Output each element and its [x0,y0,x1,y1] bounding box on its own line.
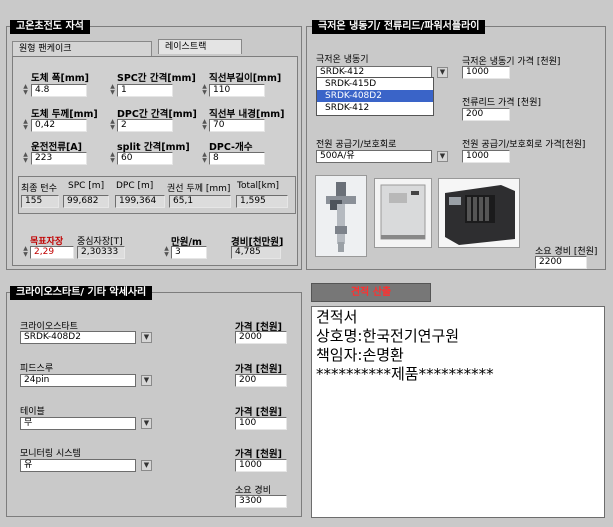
dpc-count-field[interactable]: 8 [209,152,265,165]
psu-label: 전원 공급기/보호회로 [316,140,397,150]
psu-select[interactable]: 500A/유 [316,150,432,163]
spc-gap-field[interactable]: 1 [117,84,173,97]
accessories-total-field: 3300 [235,495,287,508]
width-field[interactable]: 4.8 [31,84,87,97]
tab-circular-pancake[interactable]: 원형 팬케이크 [12,41,152,56]
monitoring-price-label: 가격 [천원] [235,449,282,460]
cryocooler-photo [315,175,367,257]
straight-length-field[interactable]: 110 [209,84,265,97]
monitoring-label: 모니터링 시스템 [20,449,81,459]
result-spc-label: SPC [m] [68,181,105,191]
cryocooler-total-field: 2200 [535,256,587,269]
thickness-field[interactable]: 0,42 [31,119,87,132]
psu-price-label: 전원 공급기/보호회로 가격[천원] [462,140,586,150]
result-dpc: 199,364 [115,195,165,208]
cooler-option[interactable]: SRDK-415D [317,78,433,90]
straight-length-spinner[interactable]: ▲ ▼ [201,84,208,97]
power-supply-photo [438,178,520,248]
cooler-option-selected[interactable]: SRDK-408D2 [317,90,433,102]
feedthrough-select[interactable]: 24pin [20,374,136,387]
width-label: 도체 폭[mm] [31,73,90,84]
result-turns: 155 [21,195,59,208]
result-dpc-label: DPC [m] [116,181,154,191]
quote-line: 상호명:한국전기연구원 [316,327,460,345]
inner-diameter-label: 직선부 내경[mm] [209,109,285,120]
split-field[interactable]: 60 [117,152,173,165]
feedthrough-dropdown-icon[interactable]: ▼ [141,375,152,386]
monitoring-select[interactable]: 유 [20,459,136,472]
result-total: 1,595 [236,195,288,208]
quote-line: **********제품********** [316,365,494,383]
result-spc: 99,682 [63,195,109,208]
thickness-spinner[interactable]: ▲ ▼ [22,119,29,132]
spc-gap-spinner[interactable]: ▲ ▼ [109,84,116,97]
split-label: split 간격[mm] [117,142,190,153]
result-turns-label: 최종 턴수 [21,184,57,194]
feedthrough-label: 피드스루 [20,364,54,374]
dpc-gap-field[interactable]: 2 [117,119,173,132]
cost-value: 4,785 [231,246,281,259]
width-spinner[interactable]: ▲ ▼ [22,84,29,97]
psu-dropdown-icon[interactable]: ▼ [437,151,448,162]
feedthrough-price-field[interactable]: 200 [235,374,287,387]
tab-racetrack[interactable]: 레이스트랙 [158,39,242,54]
table-dropdown-icon[interactable]: ▼ [141,418,152,429]
accessories-title: 크라이오스타트/ 기타 악세사리 [10,286,153,300]
cryostat-select[interactable]: SRDK-408D2 [20,331,136,344]
cooler-option[interactable]: SRDK-412 [317,102,433,114]
cooler-label: 극저온 냉동기 [316,55,369,65]
current-field[interactable]: 223 [31,152,87,165]
inner-diameter-field[interactable]: 70 [209,119,265,132]
cooler-dropdown-list: SRDK-415D SRDK-408D2 SRDK-412 [316,77,434,116]
price-per-m-spinner[interactable]: ▲ ▼ [163,246,170,259]
result-total-label: Total[km] [237,181,280,191]
current-spinner[interactable]: ▲ ▼ [22,152,29,165]
result-thickness: 65,1 [169,195,231,208]
cryocooler-title: 극저온 냉동기/ 전류리드/파워서플라이 [312,20,486,34]
current-label: 운전전류[A] [31,142,82,153]
center-field-value: 2,30333 [77,246,125,259]
cooler-price-field[interactable]: 1000 [462,66,510,79]
monitoring-dropdown-icon[interactable]: ▼ [141,460,152,471]
target-field-spinner[interactable]: ▲ ▼ [22,246,29,259]
dpc-count-spinner[interactable]: ▲ ▼ [201,152,208,165]
thickness-label: 도체 두께[mm] [31,109,98,120]
lead-price-label: 전류리드 가격 [천원] [462,98,541,108]
dpc-gap-spinner[interactable]: ▲ ▼ [109,119,116,132]
compressor-photo [374,178,432,248]
table-label: 테이블 [20,407,45,417]
calculate-quote-button[interactable]: 견적 산출 [311,283,431,302]
split-spinner[interactable]: ▲ ▼ [109,152,116,165]
table-price-label: 가격 [천원] [235,407,282,418]
cooler-dropdown-icon[interactable]: ▼ [437,67,448,78]
monitoring-price-field[interactable]: 1000 [235,459,287,472]
quote-line: 견적서 [316,308,358,326]
table-price-field[interactable]: 100 [235,417,287,430]
cryostat-dropdown-icon[interactable]: ▼ [141,332,152,343]
dpc-gap-label: DPC간 간격[mm] [117,109,197,120]
psu-price-field[interactable]: 1000 [462,150,510,163]
lead-price-field[interactable]: 200 [462,108,510,121]
feedthrough-price-label: 가격 [천원] [235,364,282,375]
quote-line: 책임자:손명환 [316,346,404,364]
table-select[interactable]: 무 [20,417,136,430]
inner-diameter-spinner[interactable]: ▲ ▼ [201,119,208,132]
target-field-input[interactable]: 2,29 [30,246,74,259]
superconductor-title: 고온초전도 자석 [10,20,90,34]
result-thickness-label: 권선 두께 [mm] [167,184,231,194]
price-per-m-field[interactable]: 3 [171,246,207,259]
spc-gap-label: SPC간 간격[mm] [117,73,196,84]
straight-length-label: 직선부길이[mm] [209,73,282,84]
quote-textbox[interactable]: 견적서 상호명:한국전기연구원 책임자:손명환 **********제품****… [311,306,605,518]
dpc-count-label: DPC-개수 [209,142,253,153]
cryostat-price-field[interactable]: 2000 [235,331,287,344]
